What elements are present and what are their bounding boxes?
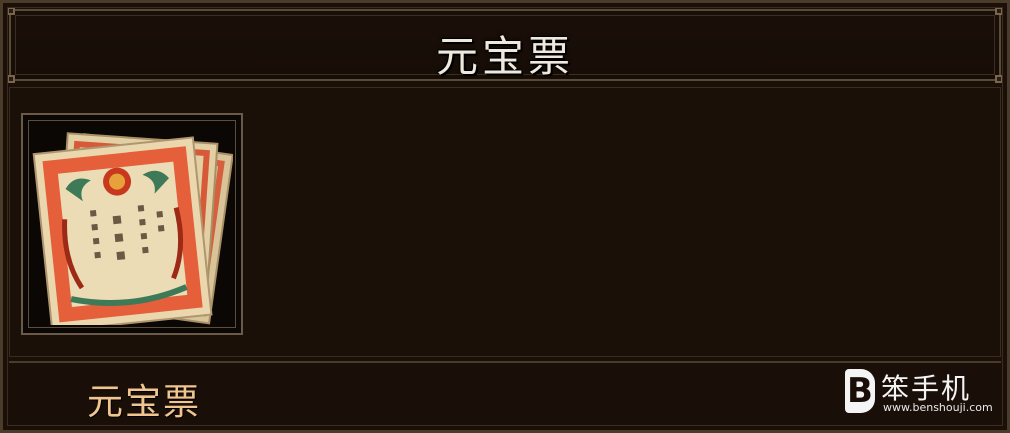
- watermark: B 笨手机 www.benshouji.com: [845, 367, 995, 419]
- item-icon-slot[interactable]: [21, 113, 243, 335]
- watermark-url: www.benshouji.com: [883, 401, 993, 414]
- title-bar: 元宝票: [7, 7, 1003, 83]
- item-info-panel: 元宝票 元宝票 B 笨手机 www.benshouji.com: [0, 0, 1010, 433]
- banknote-icon: [31, 123, 233, 325]
- panel-title: 元宝票: [435, 32, 574, 81]
- corner-ornament: [995, 7, 1003, 15]
- watermark-logo: B: [845, 369, 875, 413]
- item-name: 元宝票: [87, 382, 202, 423]
- corner-ornament: [7, 7, 15, 15]
